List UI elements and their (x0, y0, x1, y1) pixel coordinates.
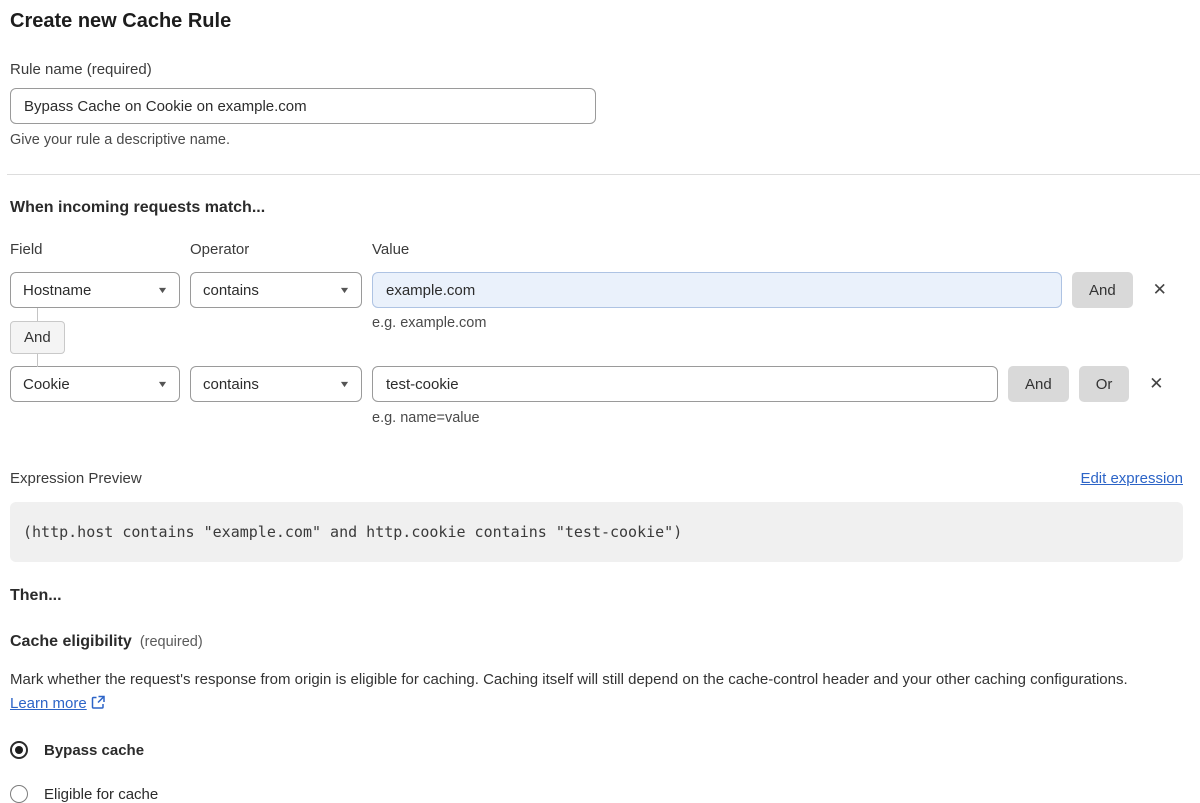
connector-line-top (37, 308, 38, 321)
value-hint-2: e.g. name=value (372, 410, 480, 426)
then-heading: Then... (10, 587, 62, 604)
add-and-condition-button-1[interactable]: And (1072, 272, 1133, 308)
match-row-2: Cookie ▼ contains ▼ And Or ✕ (10, 366, 1183, 402)
chevron-down-icon: ▼ (338, 379, 351, 389)
expression-code-block: (http.host contains "example.com" and ht… (10, 502, 1183, 562)
close-icon: ✕ (1152, 280, 1167, 299)
radio-selected-icon (10, 741, 28, 759)
connector-and-button[interactable]: And (10, 321, 65, 354)
connector-stack: And (10, 308, 65, 367)
value-input-1[interactable] (372, 272, 1062, 308)
field-select-1[interactable]: Hostname ▼ (10, 272, 180, 308)
add-and-condition-button-2[interactable]: And (1008, 366, 1069, 402)
close-icon: ✕ (1149, 374, 1164, 393)
chevron-down-icon: ▼ (338, 285, 351, 295)
value-column-label: Value (372, 241, 410, 258)
cache-eligibility-description: Mark whether the request's response from… (10, 668, 1170, 716)
operator-select-2-value: contains (203, 375, 259, 393)
rule-name-label: Rule name (required) (10, 61, 152, 78)
rule-name-section: Rule name (required) Give your rule a de… (10, 61, 1183, 148)
match-heading: When incoming requests match... (10, 199, 266, 216)
create-cache-rule-form: Create new Cache Rule Rule name (require… (0, 0, 1200, 803)
match-row-1: Hostname ▼ contains ▼ And ✕ (10, 272, 1183, 308)
expression-preview-header: Expression Preview Edit expression (10, 470, 1183, 487)
cache-eligibility-heading: Cache eligibility (10, 633, 132, 650)
section-divider (7, 174, 1200, 175)
field-select-2-value: Cookie (23, 375, 70, 393)
add-or-condition-button-2[interactable]: Or (1078, 366, 1130, 402)
remove-condition-button-2[interactable]: ✕ (1141, 366, 1171, 402)
radio-unselected-icon (10, 785, 28, 803)
cache-eligibility-heading-row: Cache eligibility (required) (10, 633, 1183, 651)
radio-label-bypass-cache: Bypass cache (44, 741, 145, 759)
operator-column-label: Operator (190, 241, 250, 258)
radio-label-eligible-for-cache: Eligible for cache (44, 785, 159, 803)
chevron-down-icon: ▼ (156, 285, 169, 295)
page-title: Create new Cache Rule (10, 10, 232, 32)
condition-connector-zone: e.g. example.com And (10, 308, 1183, 367)
field-column-label: Field (10, 241, 43, 258)
radio-option-eligible-for-cache[interactable]: Eligible for cache (10, 785, 1183, 803)
rule-name-input[interactable] (10, 88, 596, 124)
operator-select-1[interactable]: contains ▼ (190, 272, 362, 308)
connector-line-bottom (37, 354, 38, 367)
required-note: (required) (139, 634, 203, 650)
remove-condition-button-1[interactable]: ✕ (1145, 272, 1175, 308)
learn-more-link[interactable]: Learn more (10, 695, 87, 712)
expression-preview-label: Expression Preview (10, 470, 142, 487)
operator-select-1-value: contains (203, 281, 259, 299)
value-hint-1: e.g. example.com (372, 315, 487, 331)
field-select-1-value: Hostname (23, 281, 92, 299)
rule-name-help: Give your rule a descriptive name. (10, 132, 231, 148)
radio-option-bypass-cache[interactable]: Bypass cache (10, 741, 1183, 759)
chevron-down-icon: ▼ (156, 379, 169, 389)
value-input-2[interactable] (372, 366, 998, 402)
operator-select-2[interactable]: contains ▼ (190, 366, 362, 402)
description-text: Mark whether the request's response from… (10, 671, 1128, 688)
field-select-2[interactable]: Cookie ▼ (10, 366, 180, 402)
edit-expression-link[interactable]: Edit expression (1080, 470, 1183, 487)
external-link-icon (91, 695, 105, 709)
match-column-headers: Field Operator Value (10, 241, 1183, 258)
